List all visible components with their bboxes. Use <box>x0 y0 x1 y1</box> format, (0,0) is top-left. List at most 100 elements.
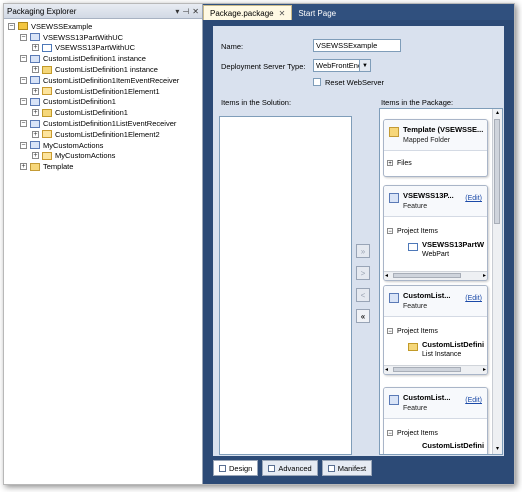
tree-item[interactable]: − VSEWSSExample <box>4 21 202 32</box>
designer-area: Package.package ✕ Start Page Name: VSEWS… <box>203 4 514 484</box>
tab-start-page[interactable]: Start Page <box>292 6 342 20</box>
tree-item[interactable]: − CustomListDefinition1ItemEventReceiver <box>4 75 202 86</box>
package-tree: − VSEWSSExample − VSEWSS13PartWithUC + VSEWSS… <box>4 19 202 172</box>
tree-item[interactable]: − MyCustomActions <box>4 140 202 151</box>
add-all-button[interactable]: » <box>356 244 370 258</box>
server-type-select[interactable]: WebFrontEnd ▼ <box>313 59 371 72</box>
expand-icon[interactable]: + <box>32 44 39 52</box>
card-item[interactable]: CustomListDefini <box>384 441 487 454</box>
add-button[interactable]: > <box>356 266 370 280</box>
expand-icon[interactable]: + <box>32 130 39 138</box>
card-title: VSEWSS13P... <box>403 191 454 200</box>
pin-icon[interactable]: ⊣ <box>182 7 189 16</box>
remove-button[interactable]: < <box>356 288 370 302</box>
collapse-icon[interactable]: − <box>8 22 15 30</box>
solution-items-list[interactable] <box>219 116 352 455</box>
scroll-right-icon[interactable]: ▸ <box>483 272 486 279</box>
webpart-icon <box>42 43 52 52</box>
scroll-left-icon[interactable]: ◂ <box>385 272 388 279</box>
collapse-icon[interactable]: − <box>20 98 27 106</box>
explorer-controls: ▾ ⊣ ✕ <box>175 7 199 16</box>
tab-advanced-label: Advanced <box>278 463 312 473</box>
close-icon[interactable]: ✕ <box>192 7 199 16</box>
card-header: CustomList... Feature (Edit) <box>384 388 487 419</box>
edit-link[interactable]: (Edit) <box>465 397 482 404</box>
package-card-feature[interactable]: CustomList... Feature (Edit) − Project I… <box>383 387 488 454</box>
card-title: Template (VSEWSSE... <box>403 125 484 134</box>
tree-item-label: CustomListDefinition1 <box>55 108 128 118</box>
package-card-feature[interactable]: VSEWSS13P... Feature (Edit) − Project It… <box>383 185 488 281</box>
remove-all-button[interactable]: « <box>356 309 370 323</box>
tree-item-label: VSEWSS13PartWithUC <box>55 43 136 53</box>
feature-icon <box>30 33 40 42</box>
card-subtitle: Mapped Folder <box>403 137 451 144</box>
package-card-feature[interactable]: CustomList... Feature (Edit) − Project I… <box>383 285 488 375</box>
card-section-project-items[interactable]: − Project Items <box>384 425 487 441</box>
close-tab-icon[interactable]: ✕ <box>279 9 286 18</box>
card-item[interactable]: VSEWSS13PartW WebPart <box>384 239 487 261</box>
tree-item[interactable]: + CustomListDefinition1Element1 <box>4 86 202 97</box>
chevron-down-icon[interactable]: ▼ <box>359 60 370 71</box>
tree-item[interactable]: + CustomListDefinition1Element2 <box>4 129 202 140</box>
tree-item[interactable]: + MyCustomActions <box>4 151 202 162</box>
card-section-files[interactable]: + Files <box>384 155 487 171</box>
package-items-label: Items in the Package: <box>381 98 454 107</box>
vertical-scrollbar[interactable]: ▴ ▾ <box>492 109 502 454</box>
collapse-icon[interactable]: − <box>387 228 393 235</box>
expand-icon[interactable]: + <box>32 152 39 160</box>
collapse-icon[interactable]: − <box>20 120 27 128</box>
tree-item[interactable]: + VSEWSS13PartWithUC <box>4 43 202 54</box>
card-section-project-items[interactable]: − Project Items <box>384 323 487 339</box>
package-items-list[interactable]: Template (VSEWSSE... Mapped Folder + Fil… <box>379 108 503 455</box>
tree-item[interactable]: + CustomListDefinition1 <box>4 107 202 118</box>
tree-item[interactable]: − CustomListDefinition1 instance <box>4 53 202 64</box>
scroll-left-icon[interactable]: ◂ <box>385 366 388 373</box>
tree-item[interactable]: − CustomListDefinition1ListEventReceiver <box>4 118 202 129</box>
collapse-icon[interactable]: − <box>20 141 27 149</box>
tab-advanced[interactable]: Advanced <box>262 460 318 476</box>
dropdown-icon[interactable]: ▾ <box>175 7 179 16</box>
window-frame: Packaging Explorer ▾ ⊣ ✕ − VSEWSSExample −… <box>3 3 515 485</box>
list-instance-icon <box>408 343 418 351</box>
tab-manifest[interactable]: Manifest <box>321 460 373 476</box>
expand-icon[interactable]: + <box>32 66 39 74</box>
collapse-icon[interactable]: − <box>20 55 27 63</box>
name-field[interactable]: VSEWSSExample <box>313 39 401 52</box>
tab-package[interactable]: Package.package ✕ <box>203 5 293 20</box>
tree-item-label: VSEWSSExample <box>31 21 93 31</box>
package-card-template[interactable]: Template (VSEWSSE... Mapped Folder + Fil… <box>383 119 488 177</box>
scroll-up-icon[interactable]: ▴ <box>493 109 502 118</box>
scroll-right-icon[interactable]: ▸ <box>483 366 486 373</box>
card-item[interactable]: CustomListDefini List Instance <box>384 339 487 361</box>
reset-webserver-checkbox[interactable] <box>313 78 321 86</box>
tree-item[interactable]: − VSEWSS13PartWithUC <box>4 32 202 43</box>
collapse-icon[interactable]: − <box>20 76 27 84</box>
collapse-icon[interactable]: − <box>387 328 393 335</box>
feature-icon <box>30 97 40 106</box>
feature-icon <box>30 119 40 128</box>
expand-icon[interactable]: + <box>20 163 27 171</box>
scroll-thumb[interactable] <box>494 119 500 224</box>
item-type: List Instance <box>422 351 462 358</box>
expand-icon[interactable]: + <box>32 87 39 95</box>
expand-icon[interactable]: + <box>32 109 39 117</box>
card-section-project-items[interactable]: − Project Items <box>384 223 487 239</box>
scroll-thumb[interactable] <box>393 367 461 372</box>
tree-item-label: CustomListDefinition1Element1 <box>55 86 160 96</box>
expand-icon[interactable]: + <box>387 160 393 167</box>
tree-item[interactable]: + CustomListDefinition1 instance <box>4 64 202 75</box>
feature-icon <box>389 293 399 303</box>
tree-item[interactable]: + Template <box>4 161 202 172</box>
folder-icon <box>389 127 399 137</box>
collapse-icon[interactable]: − <box>387 430 393 437</box>
collapse-icon[interactable]: − <box>20 33 27 41</box>
edit-link[interactable]: (Edit) <box>465 295 482 302</box>
horizontal-scrollbar[interactable]: ◂ ▸ <box>384 365 487 374</box>
tree-item[interactable]: − CustomListDefinition1 <box>4 97 202 108</box>
tab-design[interactable]: Design <box>213 460 259 476</box>
edit-link[interactable]: (Edit) <box>465 195 482 202</box>
scroll-thumb[interactable] <box>393 273 461 278</box>
horizontal-scrollbar[interactable]: ◂ ▸ <box>384 271 487 280</box>
section-label: Project Items <box>397 429 438 437</box>
scroll-down-icon[interactable]: ▾ <box>493 445 502 454</box>
